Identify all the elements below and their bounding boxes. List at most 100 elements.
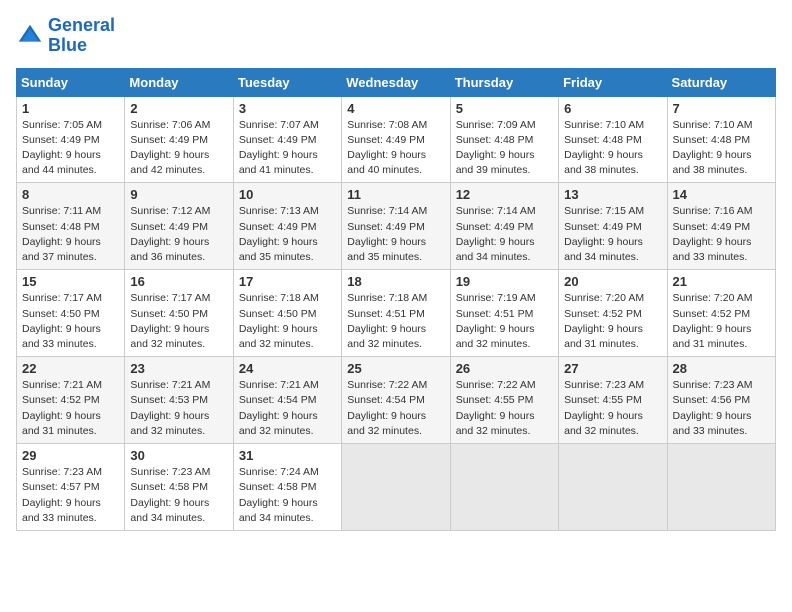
day-info: Sunrise: 7:21 AMSunset: 4:54 PMDaylight:… bbox=[239, 378, 336, 439]
col-header-friday: Friday bbox=[559, 68, 667, 96]
col-header-saturday: Saturday bbox=[667, 68, 775, 96]
calendar-cell: 30 Sunrise: 7:23 AMSunset: 4:58 PMDaylig… bbox=[125, 444, 233, 531]
col-header-monday: Monday bbox=[125, 68, 233, 96]
day-info: Sunrise: 7:14 AMSunset: 4:49 PMDaylight:… bbox=[347, 204, 444, 265]
day-number: 19 bbox=[456, 274, 553, 289]
week-row-5: 29 Sunrise: 7:23 AMSunset: 4:57 PMDaylig… bbox=[17, 444, 776, 531]
calendar-cell: 5 Sunrise: 7:09 AMSunset: 4:48 PMDayligh… bbox=[450, 96, 558, 183]
week-row-1: 1 Sunrise: 7:05 AMSunset: 4:49 PMDayligh… bbox=[17, 96, 776, 183]
calendar-cell: 7 Sunrise: 7:10 AMSunset: 4:48 PMDayligh… bbox=[667, 96, 775, 183]
week-row-2: 8 Sunrise: 7:11 AMSunset: 4:48 PMDayligh… bbox=[17, 183, 776, 270]
calendar-cell: 27 Sunrise: 7:23 AMSunset: 4:55 PMDaylig… bbox=[559, 357, 667, 444]
col-header-tuesday: Tuesday bbox=[233, 68, 341, 96]
day-info: Sunrise: 7:23 AMSunset: 4:57 PMDaylight:… bbox=[22, 465, 119, 526]
logo-text: General Blue bbox=[48, 16, 115, 56]
day-number: 21 bbox=[673, 274, 770, 289]
week-row-3: 15 Sunrise: 7:17 AMSunset: 4:50 PMDaylig… bbox=[17, 270, 776, 357]
day-info: Sunrise: 7:20 AMSunset: 4:52 PMDaylight:… bbox=[673, 291, 770, 352]
day-number: 9 bbox=[130, 187, 227, 202]
calendar-cell: 29 Sunrise: 7:23 AMSunset: 4:57 PMDaylig… bbox=[17, 444, 125, 531]
day-number: 23 bbox=[130, 361, 227, 376]
calendar-cell: 26 Sunrise: 7:22 AMSunset: 4:55 PMDaylig… bbox=[450, 357, 558, 444]
day-number: 29 bbox=[22, 448, 119, 463]
day-number: 13 bbox=[564, 187, 661, 202]
col-header-wednesday: Wednesday bbox=[342, 68, 450, 96]
day-number: 18 bbox=[347, 274, 444, 289]
day-info: Sunrise: 7:12 AMSunset: 4:49 PMDaylight:… bbox=[130, 204, 227, 265]
day-info: Sunrise: 7:05 AMSunset: 4:49 PMDaylight:… bbox=[22, 118, 119, 179]
day-info: Sunrise: 7:22 AMSunset: 4:54 PMDaylight:… bbox=[347, 378, 444, 439]
calendar-cell: 17 Sunrise: 7:18 AMSunset: 4:50 PMDaylig… bbox=[233, 270, 341, 357]
page-header: General Blue bbox=[16, 16, 776, 56]
day-number: 4 bbox=[347, 101, 444, 116]
calendar-cell bbox=[667, 444, 775, 531]
day-number: 26 bbox=[456, 361, 553, 376]
col-header-sunday: Sunday bbox=[17, 68, 125, 96]
calendar-table: SundayMondayTuesdayWednesdayThursdayFrid… bbox=[16, 68, 776, 531]
logo: General Blue bbox=[16, 16, 115, 56]
day-info: Sunrise: 7:20 AMSunset: 4:52 PMDaylight:… bbox=[564, 291, 661, 352]
day-number: 5 bbox=[456, 101, 553, 116]
calendar-cell: 11 Sunrise: 7:14 AMSunset: 4:49 PMDaylig… bbox=[342, 183, 450, 270]
day-number: 1 bbox=[22, 101, 119, 116]
day-info: Sunrise: 7:21 AMSunset: 4:52 PMDaylight:… bbox=[22, 378, 119, 439]
day-info: Sunrise: 7:09 AMSunset: 4:48 PMDaylight:… bbox=[456, 118, 553, 179]
day-info: Sunrise: 7:13 AMSunset: 4:49 PMDaylight:… bbox=[239, 204, 336, 265]
day-info: Sunrise: 7:17 AMSunset: 4:50 PMDaylight:… bbox=[130, 291, 227, 352]
day-number: 16 bbox=[130, 274, 227, 289]
day-number: 12 bbox=[456, 187, 553, 202]
calendar-cell: 10 Sunrise: 7:13 AMSunset: 4:49 PMDaylig… bbox=[233, 183, 341, 270]
calendar-cell: 23 Sunrise: 7:21 AMSunset: 4:53 PMDaylig… bbox=[125, 357, 233, 444]
day-info: Sunrise: 7:15 AMSunset: 4:49 PMDaylight:… bbox=[564, 204, 661, 265]
calendar-header-row: SundayMondayTuesdayWednesdayThursdayFrid… bbox=[17, 68, 776, 96]
day-info: Sunrise: 7:23 AMSunset: 4:55 PMDaylight:… bbox=[564, 378, 661, 439]
day-number: 22 bbox=[22, 361, 119, 376]
day-number: 8 bbox=[22, 187, 119, 202]
calendar-cell: 13 Sunrise: 7:15 AMSunset: 4:49 PMDaylig… bbox=[559, 183, 667, 270]
calendar-cell: 8 Sunrise: 7:11 AMSunset: 4:48 PMDayligh… bbox=[17, 183, 125, 270]
calendar-cell bbox=[450, 444, 558, 531]
day-number: 7 bbox=[673, 101, 770, 116]
day-info: Sunrise: 7:23 AMSunset: 4:58 PMDaylight:… bbox=[130, 465, 227, 526]
day-number: 20 bbox=[564, 274, 661, 289]
day-info: Sunrise: 7:11 AMSunset: 4:48 PMDaylight:… bbox=[22, 204, 119, 265]
day-number: 2 bbox=[130, 101, 227, 116]
day-info: Sunrise: 7:10 AMSunset: 4:48 PMDaylight:… bbox=[673, 118, 770, 179]
day-info: Sunrise: 7:18 AMSunset: 4:51 PMDaylight:… bbox=[347, 291, 444, 352]
calendar-cell: 14 Sunrise: 7:16 AMSunset: 4:49 PMDaylig… bbox=[667, 183, 775, 270]
calendar-cell: 18 Sunrise: 7:18 AMSunset: 4:51 PMDaylig… bbox=[342, 270, 450, 357]
calendar-cell: 1 Sunrise: 7:05 AMSunset: 4:49 PMDayligh… bbox=[17, 96, 125, 183]
week-row-4: 22 Sunrise: 7:21 AMSunset: 4:52 PMDaylig… bbox=[17, 357, 776, 444]
calendar-cell: 2 Sunrise: 7:06 AMSunset: 4:49 PMDayligh… bbox=[125, 96, 233, 183]
calendar-cell: 9 Sunrise: 7:12 AMSunset: 4:49 PMDayligh… bbox=[125, 183, 233, 270]
day-number: 3 bbox=[239, 101, 336, 116]
day-number: 10 bbox=[239, 187, 336, 202]
day-info: Sunrise: 7:18 AMSunset: 4:50 PMDaylight:… bbox=[239, 291, 336, 352]
day-number: 27 bbox=[564, 361, 661, 376]
day-info: Sunrise: 7:06 AMSunset: 4:49 PMDaylight:… bbox=[130, 118, 227, 179]
day-number: 24 bbox=[239, 361, 336, 376]
calendar-cell: 25 Sunrise: 7:22 AMSunset: 4:54 PMDaylig… bbox=[342, 357, 450, 444]
calendar-cell: 24 Sunrise: 7:21 AMSunset: 4:54 PMDaylig… bbox=[233, 357, 341, 444]
day-info: Sunrise: 7:08 AMSunset: 4:49 PMDaylight:… bbox=[347, 118, 444, 179]
day-number: 14 bbox=[673, 187, 770, 202]
day-number: 30 bbox=[130, 448, 227, 463]
day-number: 28 bbox=[673, 361, 770, 376]
calendar-cell: 12 Sunrise: 7:14 AMSunset: 4:49 PMDaylig… bbox=[450, 183, 558, 270]
day-number: 25 bbox=[347, 361, 444, 376]
day-info: Sunrise: 7:22 AMSunset: 4:55 PMDaylight:… bbox=[456, 378, 553, 439]
logo-icon bbox=[16, 22, 44, 50]
calendar-cell bbox=[559, 444, 667, 531]
calendar-cell: 3 Sunrise: 7:07 AMSunset: 4:49 PMDayligh… bbox=[233, 96, 341, 183]
day-info: Sunrise: 7:07 AMSunset: 4:49 PMDaylight:… bbox=[239, 118, 336, 179]
day-info: Sunrise: 7:23 AMSunset: 4:56 PMDaylight:… bbox=[673, 378, 770, 439]
day-info: Sunrise: 7:21 AMSunset: 4:53 PMDaylight:… bbox=[130, 378, 227, 439]
day-info: Sunrise: 7:19 AMSunset: 4:51 PMDaylight:… bbox=[456, 291, 553, 352]
col-header-thursday: Thursday bbox=[450, 68, 558, 96]
day-info: Sunrise: 7:24 AMSunset: 4:58 PMDaylight:… bbox=[239, 465, 336, 526]
day-info: Sunrise: 7:10 AMSunset: 4:48 PMDaylight:… bbox=[564, 118, 661, 179]
day-info: Sunrise: 7:14 AMSunset: 4:49 PMDaylight:… bbox=[456, 204, 553, 265]
calendar-cell: 28 Sunrise: 7:23 AMSunset: 4:56 PMDaylig… bbox=[667, 357, 775, 444]
day-number: 17 bbox=[239, 274, 336, 289]
calendar-cell: 31 Sunrise: 7:24 AMSunset: 4:58 PMDaylig… bbox=[233, 444, 341, 531]
